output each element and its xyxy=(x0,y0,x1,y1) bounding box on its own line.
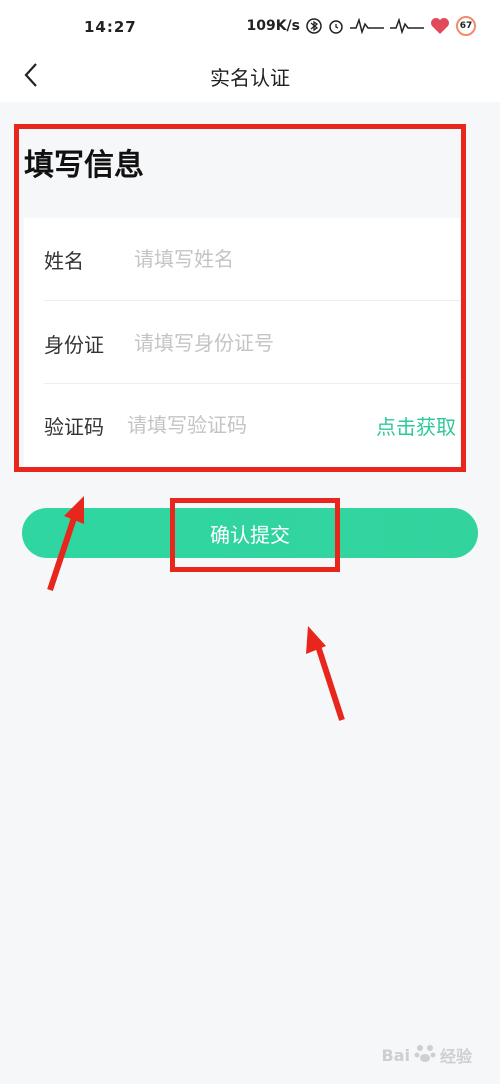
battery-indicator: 67 xyxy=(456,16,476,36)
code-label: 验证码 xyxy=(44,414,104,439)
section-title: 填写信息 xyxy=(24,148,144,183)
name-input[interactable] xyxy=(134,247,460,271)
bluetooth-icon xyxy=(306,18,322,34)
get-code-button[interactable]: 点击获取 xyxy=(376,411,456,440)
status-time: 14:27 xyxy=(84,18,137,36)
form-card: 姓名 身份证 验证码 点击获取 xyxy=(24,218,460,468)
nav-bar: 实名认证 xyxy=(0,52,500,102)
page-title: 实名认证 xyxy=(210,66,290,90)
name-row: 姓名 xyxy=(44,218,460,300)
id-card-input[interactable] xyxy=(134,331,460,355)
submit-button[interactable]: 确认提交 xyxy=(22,508,478,558)
code-row: 验证码 点击获取 xyxy=(44,384,460,466)
watermark-text: Bai xyxy=(381,1045,410,1065)
code-input[interactable] xyxy=(127,413,376,437)
status-indicators: 109K/s 67 xyxy=(246,16,476,36)
heart-icon xyxy=(430,17,450,35)
alarm-icon xyxy=(328,18,344,34)
name-label: 姓名 xyxy=(44,248,84,273)
signal-icon xyxy=(350,18,384,34)
id-card-label: 身份证 xyxy=(44,332,104,357)
net-speed: 109K/s xyxy=(246,18,300,34)
divider xyxy=(44,300,460,301)
watermark-text-2: 经验 xyxy=(439,1047,472,1066)
id-card-row: 身份证 xyxy=(44,302,460,384)
status-bar: 14:27 109K/s 67 xyxy=(0,0,500,52)
paw-icon xyxy=(414,1042,436,1068)
watermark: Bai 经验 xyxy=(381,1042,472,1068)
signal-icon xyxy=(390,18,424,34)
annotation-arrow-right xyxy=(306,626,345,721)
